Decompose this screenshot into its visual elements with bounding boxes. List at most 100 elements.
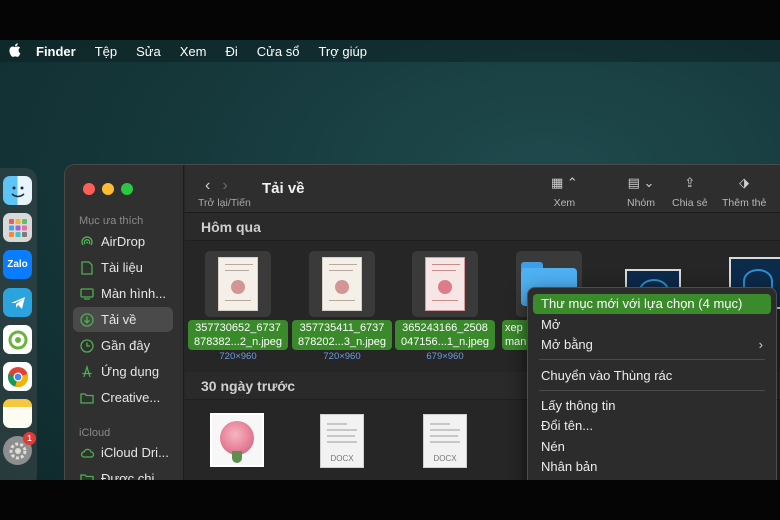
telegram-icon[interactable] — [3, 288, 32, 317]
toolbar: ‹ › Trở lại/Tiến Tải về ▦ ⌃ Xem ▤ ⌄ Nhóm … — [185, 165, 780, 213]
close-button[interactable] — [83, 183, 95, 195]
sidebar-item-applications[interactable]: Ứng dụng — [73, 359, 173, 384]
sidebar-item-desktop[interactable]: Màn hình... — [73, 281, 173, 306]
group-label: Nhóm — [627, 197, 656, 209]
menu-edit[interactable]: Sửa — [136, 44, 161, 59]
menu-view[interactable]: Xem — [180, 44, 207, 59]
letterbox-top — [0, 0, 780, 40]
sidebar-item-label: iCloud Dri... — [101, 445, 169, 460]
clock-icon — [80, 338, 94, 353]
download-icon — [80, 312, 94, 327]
file-name[interactable]: 357735411_6737 878202...3_n.jpeg — [292, 320, 392, 350]
notification-badge: 1 — [23, 432, 36, 445]
tags-label: Thêm thẻ — [722, 197, 767, 209]
menu-bar: Finder Tệp Sửa Xem Đi Cửa sổ Trợ giúp — [0, 40, 780, 62]
window-title: Tải về — [262, 180, 305, 197]
system-settings-icon[interactable]: 1 — [3, 432, 36, 465]
menu-item-rename[interactable]: Đổi tên... — [533, 416, 771, 436]
cloud-icon — [80, 446, 94, 460]
docx-label: DOCX — [433, 454, 457, 463]
zalo-label: Zalo — [7, 259, 28, 270]
docx-thumbnail[interactable]: DOCX — [320, 414, 364, 468]
menu-item-move-to-trash[interactable]: Chuyển vào Thùng rác — [533, 366, 771, 386]
zoom-button[interactable] — [121, 183, 133, 195]
nav-buttons: ‹ › — [205, 177, 228, 195]
desktop: Finder Tệp Sửa Xem Đi Cửa sổ Trợ giúp Za… — [0, 40, 780, 480]
notes-icon[interactable] — [3, 399, 32, 428]
sidebar: Mục ưa thích AirDrop Tài liệu Màn hình..… — [65, 165, 184, 480]
document-image — [218, 257, 258, 311]
tag-icon: ⬗ — [739, 175, 750, 190]
menu-file[interactable]: Tệp — [95, 44, 117, 59]
sidebar-item-shared[interactable]: Được chi... — [73, 466, 173, 480]
file-thumbnail[interactable] — [412, 251, 478, 317]
file-name[interactable]: 357730652_6737 878382...2_n.jpeg — [188, 320, 288, 350]
back-forward-label: Trở lại/Tiến — [198, 197, 251, 209]
menu-window[interactable]: Cửa sổ — [257, 44, 300, 59]
menu-help[interactable]: Trợ giúp — [318, 44, 367, 59]
menu-item-get-info[interactable]: Lấy thông tin — [533, 396, 771, 416]
file-thumbnail[interactable] — [205, 251, 271, 317]
icloud-heading: iCloud — [79, 427, 111, 439]
airdrop-icon — [80, 235, 94, 249]
sidebar-item-label: Gần đây — [101, 338, 151, 353]
menu-item-open[interactable]: Mở — [533, 315, 771, 335]
group-icon: ▤ ⌄ — [627, 175, 655, 190]
chrome-icon[interactable] — [3, 362, 32, 391]
document-icon — [80, 260, 94, 275]
tags-button[interactable]: ⬗ Thêm thẻ — [722, 175, 766, 209]
apple-logo-icon[interactable] — [2, 42, 28, 60]
forward-chevron-icon[interactable]: › — [222, 177, 227, 194]
share-button[interactable]: ⇪ Chia sẻ — [672, 175, 708, 209]
applications-icon — [80, 364, 94, 379]
sidebar-item-label: Màn hình... — [101, 286, 167, 301]
file-dimensions: 679×960 — [426, 351, 464, 362]
sidebar-item-label: AirDrop — [101, 234, 146, 249]
sidebar-item-label: Được chi... — [101, 471, 166, 480]
group-button[interactable]: ▤ ⌄ Nhóm — [627, 175, 655, 209]
sidebar-item-label: Tải về — [101, 312, 137, 327]
menu-item-new-folder-with-selection[interactable]: Thư mục mới với lựa chọn (4 mục) — [533, 294, 771, 314]
menu-item-duplicate[interactable]: Nhân bản — [533, 457, 771, 477]
file-name[interactable]: 365243166_2508 047156...1_n.jpeg — [395, 320, 495, 350]
menu-separator — [539, 359, 765, 360]
document-image — [322, 257, 362, 311]
view-label: Xem — [553, 197, 576, 209]
document-image — [425, 257, 465, 311]
menu-go[interactable]: Đi — [225, 44, 237, 59]
docx-thumbnail[interactable]: DOCX — [423, 414, 467, 468]
sidebar-item-downloads[interactable]: Tải về — [73, 307, 173, 332]
share-icon: ⇪ — [684, 175, 696, 190]
finder-icon[interactable] — [3, 176, 32, 205]
sidebar-item-creative[interactable]: Creative... — [73, 385, 173, 410]
minimize-button[interactable] — [102, 183, 114, 195]
sidebar-item-recents[interactable]: Gần đây — [73, 333, 173, 358]
menu-item-compress[interactable]: Nén — [533, 437, 771, 457]
photo-thumbnail[interactable] — [210, 413, 264, 467]
letterbox-bottom — [0, 480, 780, 520]
file-dimensions: 720×960 — [219, 351, 257, 362]
coccoc-icon[interactable] — [3, 325, 32, 354]
file-thumbnail[interactable] — [309, 251, 375, 317]
docx-label: DOCX — [330, 454, 354, 463]
view-button[interactable]: ▦ ⌃ Xem — [551, 175, 578, 209]
menu-separator — [539, 390, 765, 391]
back-chevron-icon[interactable]: ‹ — [205, 177, 210, 194]
zalo-icon[interactable]: Zalo — [3, 250, 32, 279]
favorites-heading: Mục ưa thích — [79, 215, 144, 227]
sidebar-item-documents[interactable]: Tài liệu — [73, 255, 173, 280]
desktop-icon — [80, 287, 94, 301]
sidebar-item-label: Tài liệu — [101, 260, 143, 275]
chevron-right-icon: › — [758, 337, 763, 352]
sidebar-item-label: Creative... — [101, 390, 161, 405]
menu-finder[interactable]: Finder — [36, 44, 76, 59]
folder-icon — [80, 391, 94, 405]
shared-folder-icon — [80, 472, 94, 480]
launchpad-icon[interactable] — [3, 213, 32, 242]
grid-view-icon: ▦ ⌃ — [551, 175, 578, 190]
dock: Zalo 1 — [0, 168, 37, 480]
menu-item-open-with[interactable]: Mở bằng › — [533, 335, 771, 355]
sidebar-item-icloud-drive[interactable]: iCloud Dri... — [73, 440, 173, 465]
context-menu: Thư mục mới với lựa chọn (4 mục) Mở Mở b… — [527, 287, 777, 480]
sidebar-item-airdrop[interactable]: AirDrop — [73, 229, 173, 254]
